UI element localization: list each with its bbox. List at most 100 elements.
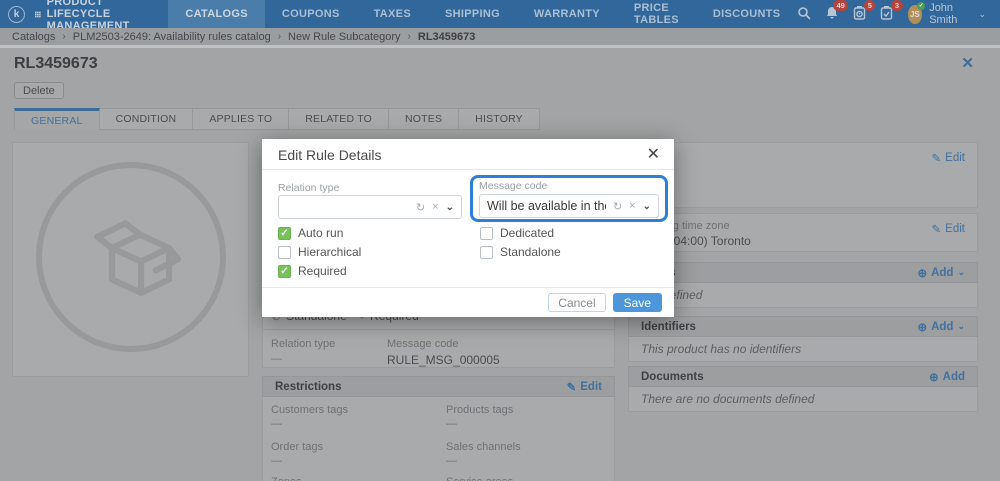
prices-add-button[interactable]: ⊕ Add ⌄ [917,266,965,280]
modal-title: Edit Rule Details [278,147,382,163]
avatar-initials: JS [909,9,920,19]
pencil-icon: ✎ [566,381,577,394]
tab-applies-to[interactable]: APPLIES TO [193,108,290,130]
auto-run-checkbox[interactable] [278,226,291,240]
nav-item-coupons[interactable]: COUPONS [265,0,357,28]
row-divider [263,329,614,330]
modal-close-icon[interactable]: ✕ [647,144,660,164]
identifiers-add-button[interactable]: ⊕ Add ⌄ [917,320,965,334]
identifiers-section-header: Identifiers ⊕ Add ⌄ [628,316,978,337]
breadcrumb-separator-icon: › [407,31,411,42]
user-avatar: JS ✓ [907,1,926,24]
chevron-down-icon: ⌄ [957,321,965,331]
documents-empty-text: There are no documents defined [641,392,815,406]
nav-item-discounts[interactable]: DISCOUNTS [696,0,797,28]
dedicated-checkbox[interactable] [480,226,493,240]
documents-section-body: There are no documents defined [628,387,978,412]
breadcrumb-subcategory[interactable]: New Rule Subcategory [288,31,401,43]
page-close-icon[interactable]: ✕ [961,54,974,72]
chevron-down-icon: ⌄ [978,8,986,19]
nav-item-warranty[interactable]: WARRANTY [517,0,617,28]
identifiers-section-body: This product has no identifiers [628,337,978,362]
message-code-combobox[interactable]: Will be available in the future ↻ × ⌄ [479,194,659,218]
edit-rule-details-modal: Edit Rule Details ✕ Relation type ↻ × ⌄ … [262,139,674,317]
identifiers-empty-text: This product has no identifiers [641,342,802,356]
restrictions-edit-button[interactable]: ✎ Edit [567,380,602,394]
tasks-clipboard-icon[interactable]: 5 [853,0,876,22]
breadcrumb-separator-icon: › [277,31,282,42]
image-placeholder-circle [35,162,226,352]
pencil-icon: ✎ [931,153,942,165]
breadcrumb: Catalogs › PLM2503-2649: Availability ru… [0,28,1000,45]
breadcrumb-catalog[interactable]: PLM2503-2649: Availability rules catalog [73,31,271,43]
tab-notes[interactable]: NOTES [389,108,460,130]
breadcrumb-divider [0,45,1000,48]
checkbox-row-required: Required [278,264,347,278]
breadcrumb-current: RL3459673 [417,30,476,43]
field-value: — [271,455,282,467]
checkbox-row-hierarchical: Hierarchical [278,245,361,259]
modal-header-divider [262,169,674,170]
checkbox-row-dedicated: Dedicated [480,226,554,240]
notifications-badge: 49 [833,0,849,11]
tab-history[interactable]: HISTORY [459,108,540,130]
field-label: Order tags [271,441,323,453]
clear-icon[interactable]: × [629,200,635,212]
save-button[interactable]: Save [612,293,662,312]
nav-item-shipping[interactable]: SHIPPING [428,0,517,28]
grid-menu-icon [35,11,41,17]
field-value: — [446,418,457,430]
required-checkbox[interactable] [278,264,291,278]
documents-add-button[interactable]: ⊕ Add [929,370,965,384]
app-logo[interactable]: k [0,0,35,28]
nav-right-tools: 49 5 3 JS ✓ John Smith ⌄ [797,0,1000,28]
summary-edit-button[interactable]: ✎ Edit [932,151,965,165]
delete-button[interactable]: Delete [14,82,64,99]
refresh-icon[interactable]: ↻ [416,201,425,214]
breadcrumb-catalogs[interactable]: Catalogs [12,31,55,43]
product-image-card [12,142,249,377]
checkbox-row-auto-run: Auto run [278,226,343,240]
notifications-bell-icon[interactable]: 49 [825,0,849,22]
relation-type-label: Relation type [271,338,336,350]
relation-type-field-label: Relation type [278,182,340,194]
relation-type-value: — [271,353,282,365]
plm-app: k PRODUCT LIFECYCLE MANAGEMENT CATALOGS … [0,0,1000,481]
prices-section-header: Prices ⊕ Add ⌄ [628,262,978,283]
message-code-input-value[interactable]: Will be available in the future [487,199,606,213]
message-code-label: Message code [387,338,459,350]
tab-bar: GENERAL CONDITION APPLIES TO RELATED TO … [14,108,540,130]
search-icon[interactable] [797,6,811,22]
nav-menu: CATALOGS COUPONS TAXES SHIPPING WARRANTY… [168,0,797,28]
restrictions-header: Restrictions ✎ Edit [262,376,615,397]
user-menu[interactable]: JS ✓ John Smith ⌄ [907,1,986,26]
nav-item-price-tables[interactable]: PRICE TABLES [617,0,696,28]
timezone-edit-button[interactable]: ✎ Edit [932,222,965,236]
nav-item-catalogs[interactable]: CATALOGS [168,0,265,28]
pencil-icon: ✎ [931,224,942,236]
chevron-down-icon[interactable]: ⌄ [643,201,651,212]
chevron-down-icon[interactable]: ⌄ [446,202,454,213]
field-value: — [271,418,282,430]
tab-related-to[interactable]: RELATED TO [289,108,389,130]
nav-item-taxes[interactable]: TAXES [357,0,428,28]
approvals-clipboard-icon[interactable]: 3 [880,0,903,22]
standalone-checkbox[interactable] [480,245,493,259]
hierarchical-checkbox[interactable] [278,245,291,259]
tab-condition[interactable]: CONDITION [99,108,194,130]
prices-section-body: Not defined [628,283,978,308]
plus-circle-icon: ⊕ [917,267,928,280]
field-value: — [446,455,457,467]
relation-type-combobox[interactable]: ↻ × ⌄ [278,195,462,219]
message-code-focus-ring: Message code Will be available in the fu… [470,175,668,222]
approvals-badge: 3 [891,0,903,11]
checkbox-row-standalone: Standalone [480,245,561,259]
refresh-icon[interactable]: ↻ [613,200,622,213]
tab-general[interactable]: GENERAL [14,108,100,130]
rule-summary-card: ✎ Edit [628,142,978,208]
cancel-button[interactable]: Cancel [548,293,606,312]
clear-icon[interactable]: × [432,201,438,213]
restrictions-body: Customers tags — Products tags — Order t… [262,397,615,481]
message-code-value: RULE_MSG_000005 [387,353,500,367]
message-code-field-label: Message code [479,180,548,192]
